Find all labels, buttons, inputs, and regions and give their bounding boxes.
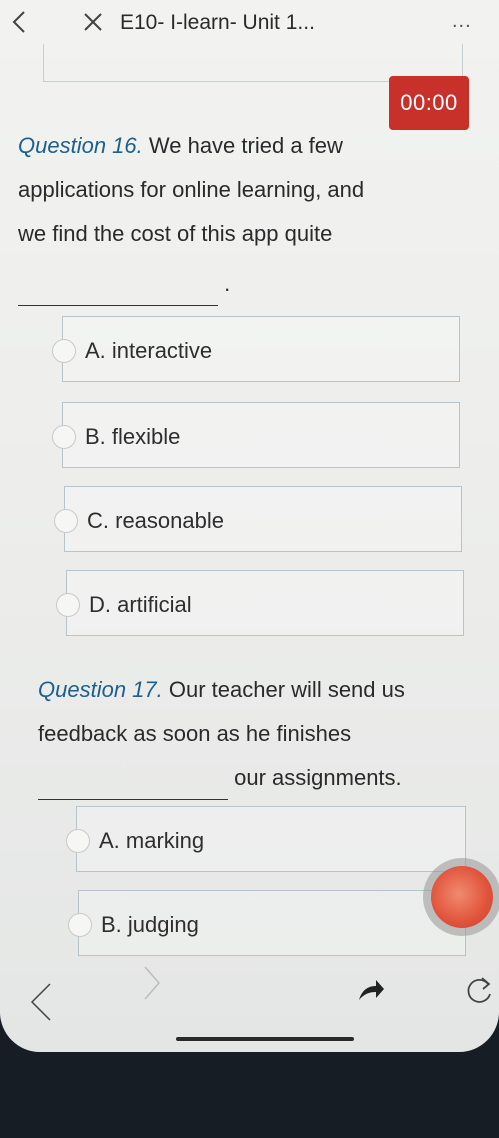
question-number: Question 16. xyxy=(18,133,143,158)
nav-prev-icon[interactable] xyxy=(28,980,54,1024)
reload-icon[interactable] xyxy=(464,974,494,1006)
floating-action-button[interactable] xyxy=(431,866,493,928)
radio-icon[interactable] xyxy=(66,829,90,853)
radio-icon[interactable] xyxy=(56,593,80,617)
question-17: Question 17. Our teacher will send us fe… xyxy=(38,668,483,800)
radio-icon[interactable] xyxy=(68,913,92,937)
app-screen: E10- I-learn- Unit 1... ... 00:00 Questi… xyxy=(0,0,499,1052)
home-indicator xyxy=(176,1037,354,1041)
question-text-line: Our teacher will send us xyxy=(168,677,405,702)
more-icon[interactable]: ... xyxy=(452,10,472,33)
back-icon[interactable] xyxy=(6,8,34,36)
question-text-line: applications for online learning, and xyxy=(18,177,365,202)
option-label: C. reasonable xyxy=(87,508,224,533)
question-number: Question 17. xyxy=(38,677,163,702)
option-label: B. flexible xyxy=(85,424,181,449)
question-text-line: feedback as soon as he finishes xyxy=(38,721,352,746)
answer-blank xyxy=(18,276,218,306)
question-text-end: our assignments. xyxy=(234,765,402,790)
question-16: Question 16. We have tried a few applica… xyxy=(18,124,478,306)
option-c[interactable]: C. reasonable xyxy=(54,486,462,552)
option-b[interactable]: B. judging xyxy=(68,890,466,956)
nav-next-icon[interactable] xyxy=(142,964,162,1002)
question-text-line: we find the cost of this app quite xyxy=(18,221,333,246)
option-label: A. interactive xyxy=(85,338,213,363)
floating-button-ring xyxy=(423,858,499,936)
option-b[interactable]: B. flexible xyxy=(52,402,460,468)
page-title: E10- I-learn- Unit 1... xyxy=(120,11,315,34)
option-label: B. judging xyxy=(101,912,199,937)
option-label: A. marking xyxy=(99,828,205,853)
radio-icon[interactable] xyxy=(52,425,76,449)
timer-badge: 00:00 xyxy=(389,76,469,130)
option-a[interactable]: A. marking xyxy=(66,806,466,872)
option-d[interactable]: D. artificial xyxy=(56,570,464,636)
question-text-line: We have tried a few xyxy=(148,133,343,158)
option-label: D. artificial xyxy=(89,592,192,617)
option-a[interactable]: A. interactive xyxy=(52,316,460,382)
radio-icon[interactable] xyxy=(52,339,76,363)
top-bar: E10- I-learn- Unit 1... ... xyxy=(0,0,499,46)
question-text-end: . xyxy=(224,271,231,296)
close-icon[interactable] xyxy=(80,9,106,35)
radio-icon[interactable] xyxy=(54,509,78,533)
share-icon[interactable] xyxy=(356,976,386,1004)
answer-blank xyxy=(38,770,228,800)
